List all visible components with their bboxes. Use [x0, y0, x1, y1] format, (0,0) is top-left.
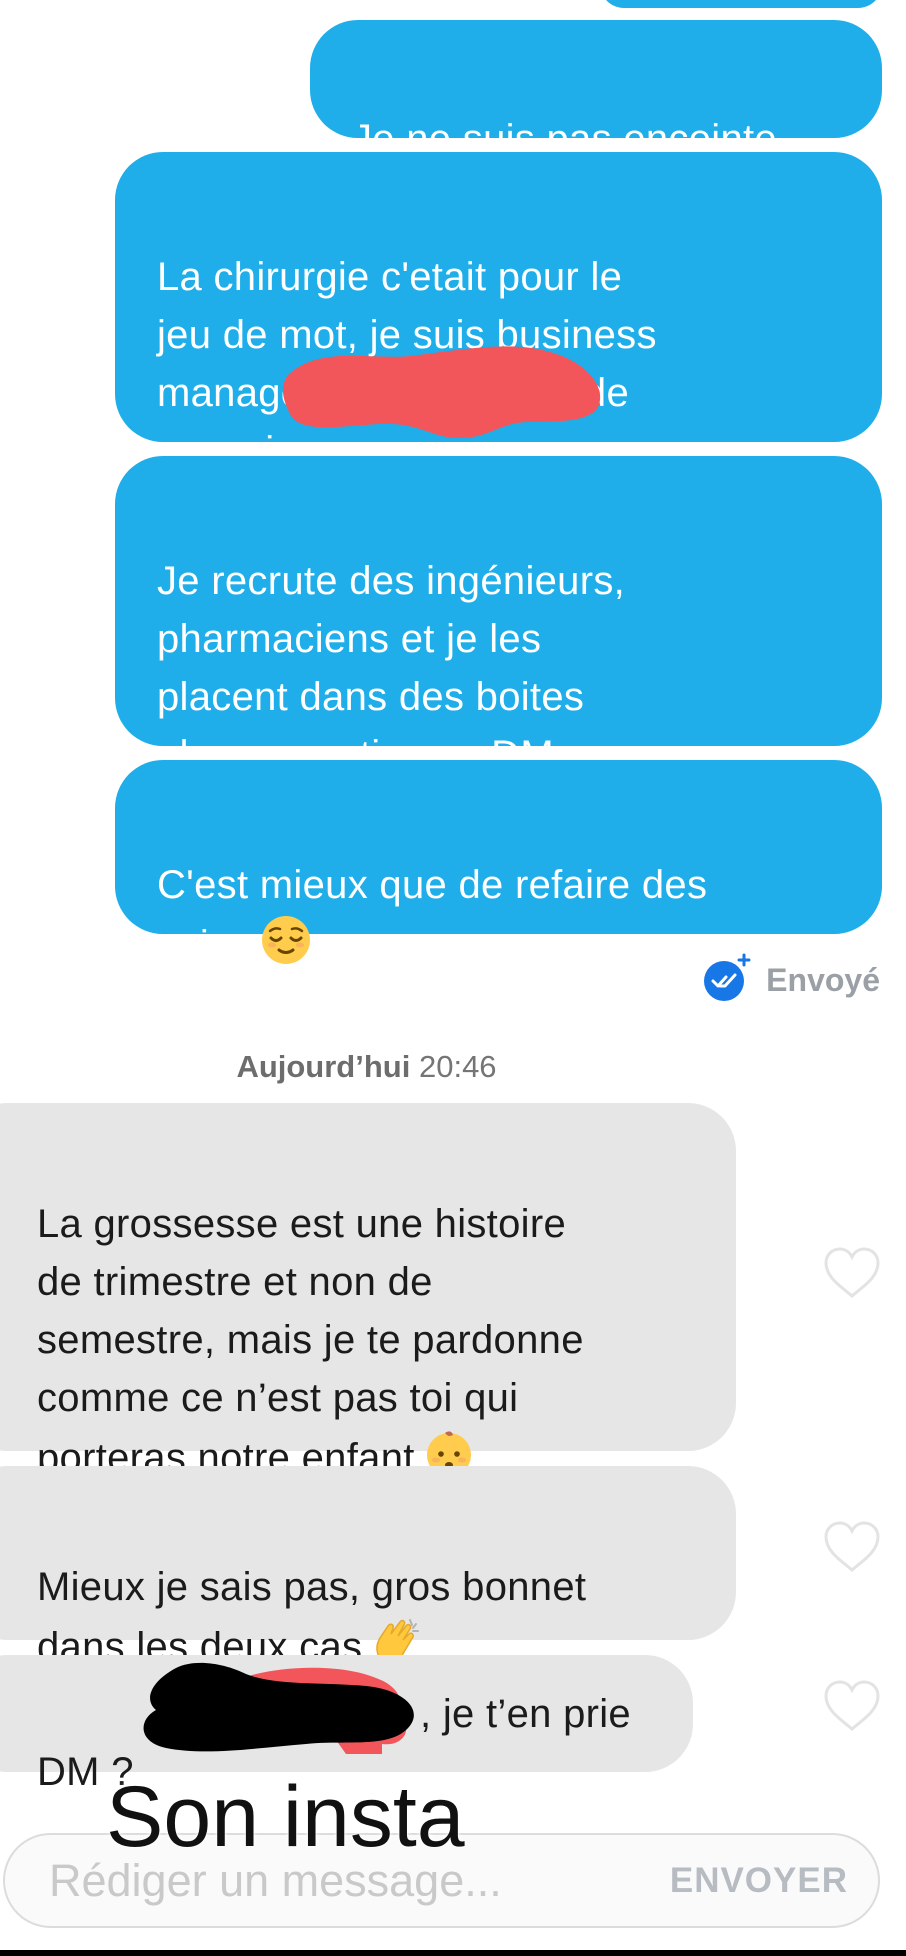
- overlay-caption: Son insta: [106, 1769, 465, 1865]
- message-text: La grossesse est une histoire de trimest…: [37, 1202, 584, 1480]
- sent-status-label: Envoyé: [766, 962, 880, 998]
- day-label: Aujourd’hui: [236, 1049, 411, 1084]
- message-text: Je recrute des ingénieurs, pharmaciens e…: [157, 559, 626, 777]
- like-heart-icon[interactable]: [823, 1246, 881, 1300]
- time-label: 20:46: [418, 1049, 497, 1084]
- sent-message[interactable]: C'est mieux que de refaire des seins: [115, 760, 882, 967]
- received-message[interactable]: DM ? , je t’en prie: [0, 1655, 693, 1794]
- relieved-face-icon: [260, 914, 312, 982]
- sent-message[interactable]: La chirurgie c'etait pour le jeu de mot,…: [115, 152, 882, 473]
- send-button[interactable]: ENVOYER: [670, 1861, 848, 1901]
- message-text: La chirurgie c'etait pour le jeu de mot,…: [157, 255, 657, 473]
- message-text: Mieux je sais pas, gros bonnet dans les …: [37, 1565, 587, 1669]
- day-separator: Aujourd’hui 20:46: [0, 1049, 733, 1085]
- previous-message-edge: [600, 0, 882, 8]
- like-heart-icon[interactable]: [823, 1520, 881, 1574]
- message-text: C'est mieux que de refaire des seins: [157, 863, 708, 967]
- sent-message[interactable]: Je recrute des ingénieurs, pharmaciens e…: [115, 456, 882, 777]
- received-message[interactable]: La grossesse est une histoire de trimest…: [0, 1103, 736, 1480]
- bottom-border: [0, 1950, 906, 1956]
- sent-message[interactable]: Je ne suis pas enceinte: [310, 20, 882, 161]
- message-status: Envoyé: [704, 953, 880, 1008]
- double-check-icon: [704, 953, 752, 1008]
- received-message[interactable]: Mieux je sais pas, gros bonnet dans les …: [0, 1466, 736, 1669]
- message-text-tail: , je t’en prie: [420, 1692, 631, 1736]
- like-heart-icon[interactable]: [823, 1679, 881, 1733]
